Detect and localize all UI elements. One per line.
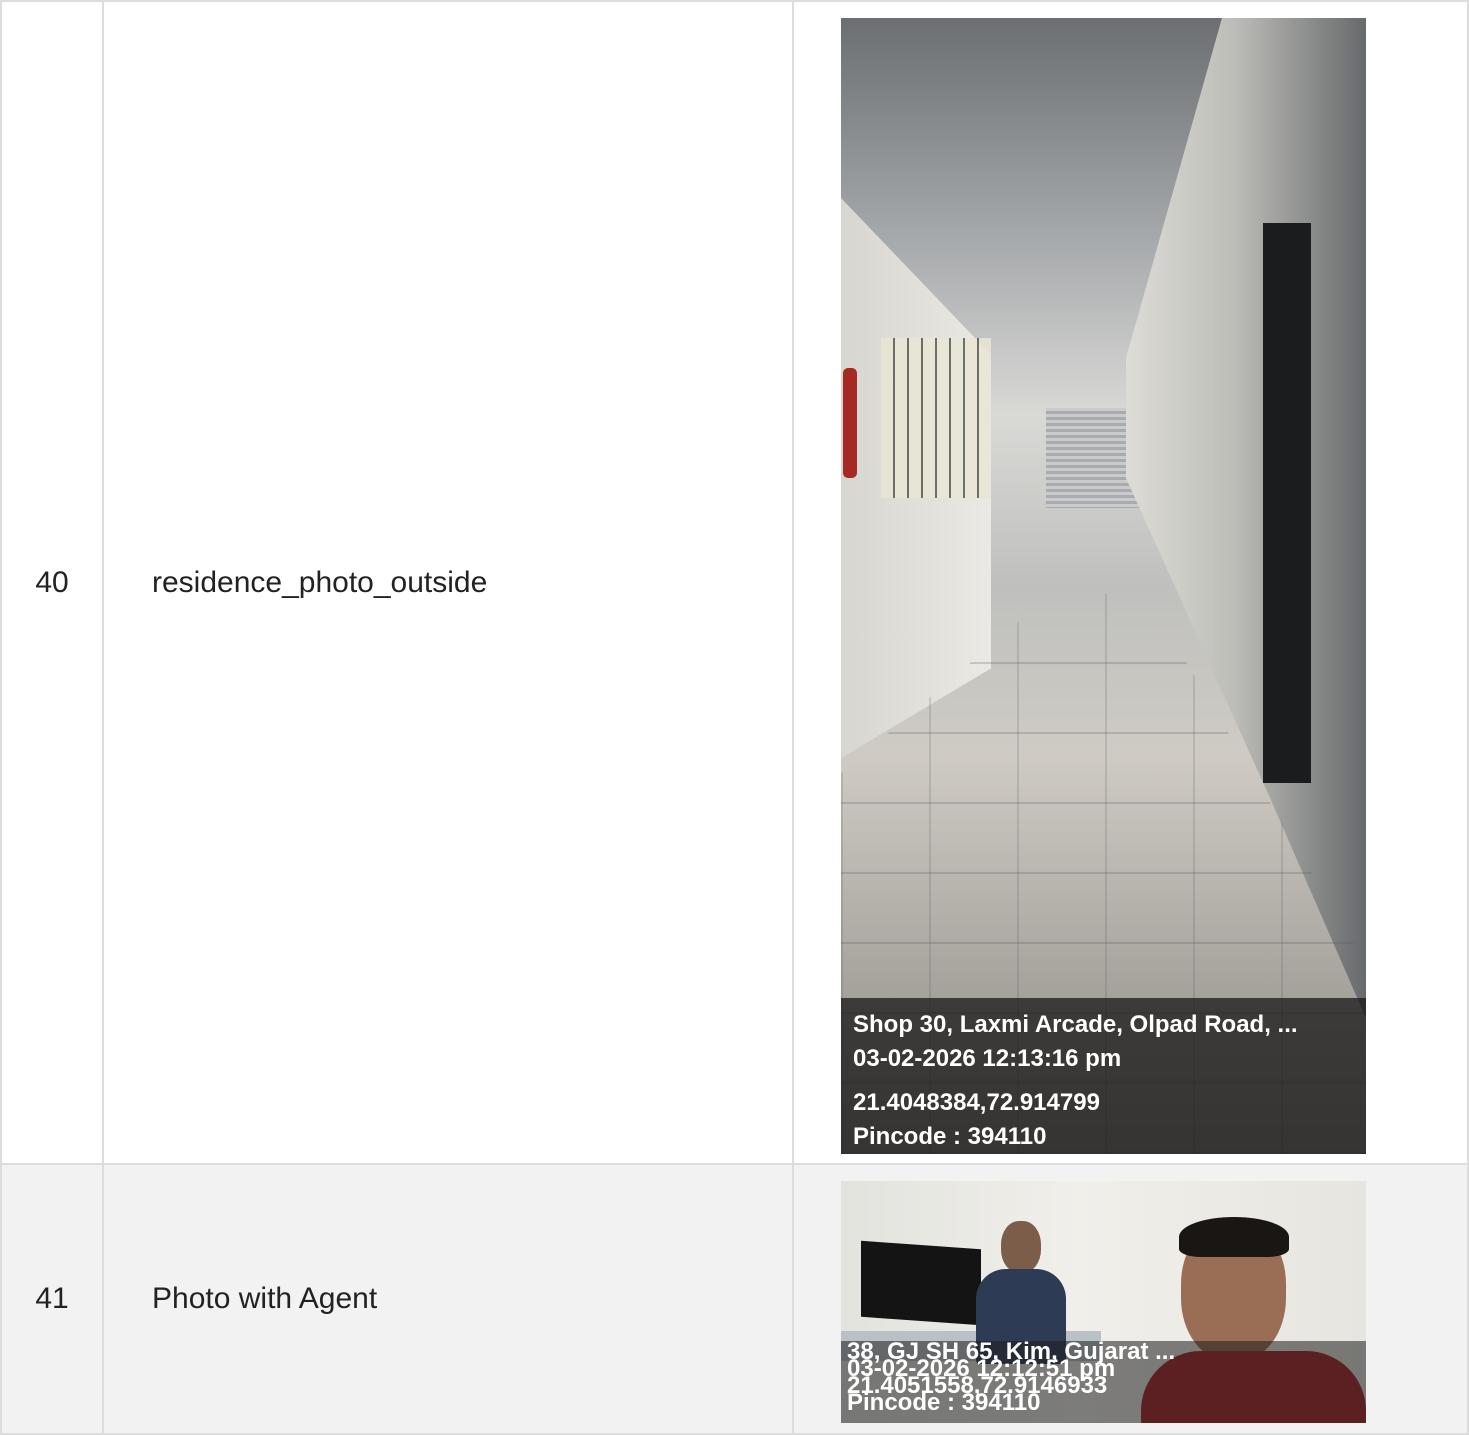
stamp-coords: 21.4048384,72.914799 <box>853 1089 1100 1116</box>
photo-laptop <box>861 1240 981 1326</box>
photo-cell: 38, GJ SH 65, Kim, Gujarat ... 03-02-202… <box>792 1163 1469 1435</box>
table-row: 41 Photo with Agent 38, GJ SH 65, Kim, G… <box>0 1163 1469 1435</box>
photo-cell: Shop 30, Laxmi Arcade, Olpad Road, ... 0… <box>792 0 1469 1165</box>
photo-geo-stamp: Shop 30, Laxmi Arcade, Olpad Road, ... 0… <box>841 998 1366 1154</box>
stamp-datetime: 03-02-2026 12:13:16 pm <box>853 1045 1122 1072</box>
stamp-address: Shop 30, Laxmi Arcade, Olpad Road, ... <box>853 1011 1298 1038</box>
row-label: Photo with Agent <box>102 1163 794 1435</box>
row-number: 41 <box>0 1163 104 1435</box>
photo-meter-board <box>881 338 991 498</box>
table-row: 40 residence_photo_outside Shop 30, Laxm… <box>0 0 1469 1165</box>
agent-photo[interactable]: 38, GJ SH 65, Kim, Gujarat ... 03-02-202… <box>841 1181 1366 1423</box>
row-label: residence_photo_outside <box>102 0 794 1165</box>
photo-geo-stamp: 38, GJ SH 65, Kim, Gujarat ... 03-02-202… <box>841 1340 1366 1423</box>
photo-table: 40 residence_photo_outside Shop 30, Laxm… <box>0 0 1469 1435</box>
residence-photo[interactable]: Shop 30, Laxmi Arcade, Olpad Road, ... 0… <box>841 18 1366 1154</box>
photo-door <box>1263 223 1311 783</box>
photo-fire-extinguisher <box>843 368 857 478</box>
stamp-pincode: Pincode : 394110 <box>853 1123 1047 1150</box>
row-number: 40 <box>0 0 104 1165</box>
